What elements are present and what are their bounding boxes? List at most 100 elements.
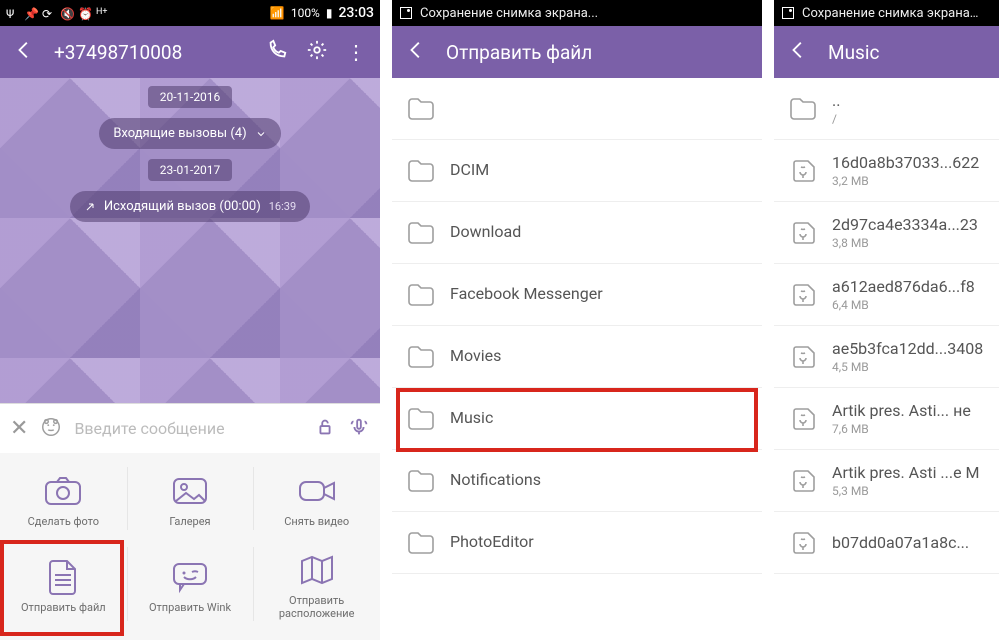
- message-input-bar: ✕ Введите сообщение: [0, 403, 380, 453]
- attachment-take-photo[interactable]: Сделать фото: [0, 459, 127, 538]
- chevron-down-icon: [255, 128, 267, 140]
- attachment-send-file[interactable]: Отправить файл: [0, 538, 127, 630]
- sticker-button[interactable]: [40, 416, 62, 442]
- folder-icon: [406, 158, 436, 184]
- page-title: Music: [828, 41, 985, 64]
- music-header: Music: [774, 26, 999, 78]
- folder-icon: [406, 530, 436, 556]
- arrow-out-icon: [84, 201, 96, 213]
- folder-icon: [406, 282, 436, 308]
- file-name: 2d97ca4e3334a...23: [832, 215, 985, 234]
- video-icon: [297, 473, 337, 509]
- image-icon: [400, 7, 412, 19]
- folder-row[interactable]: PhotoEditor: [392, 512, 762, 574]
- panel-file-picker: Сохранение снимка экрана... Отправить фа…: [392, 0, 762, 640]
- audio-file-icon: [788, 468, 818, 494]
- audio-file-row[interactable]: ae5b3fca12dd...3408 4,5 MB: [774, 326, 999, 388]
- attachment-record-video[interactable]: Снять видео: [253, 459, 380, 538]
- date-divider: 20-11-2016: [148, 86, 233, 108]
- lock-icon[interactable]: [314, 416, 336, 442]
- overflow-menu-button[interactable]: ⋮: [346, 40, 366, 64]
- parent-folder-row[interactable]: ../: [774, 78, 999, 140]
- audio-file-row[interactable]: 2d97ca4e3334a...23 3,8 MB: [774, 202, 999, 264]
- outgoing-call-chip[interactable]: Исходящий вызов (00:00) 16:39: [70, 191, 310, 222]
- folder-row[interactable]: Facebook Messenger: [392, 264, 762, 326]
- folder-name: PhotoEditor: [450, 532, 748, 551]
- folder-icon: [406, 220, 436, 246]
- folder-name: Facebook Messenger: [450, 284, 748, 303]
- audio-file-row[interactable]: a612aed876da6...f86,4 MB: [774, 264, 999, 326]
- file-name: ae5b3fca12dd...3408: [832, 339, 985, 358]
- file-name: 16d0a8b37033...622: [832, 153, 985, 172]
- folder-row[interactable]: [392, 78, 762, 140]
- folder-icon: [788, 96, 818, 122]
- chat-body: 20-11-2016 Входящие вызовы (4) 23-01-201…: [0, 78, 380, 403]
- back-button[interactable]: [14, 39, 36, 66]
- file-size: 3,2 MB: [832, 174, 985, 188]
- attachment-send-wink[interactable]: Отправить Wink: [127, 538, 254, 630]
- audio-file-icon: [788, 220, 818, 246]
- clock: 23:03: [338, 5, 374, 21]
- folder-row[interactable]: Download: [392, 202, 762, 264]
- folder-name: DCIM: [450, 160, 748, 179]
- screenshot-saving-bar: Сохранение снимка экрана…: [774, 0, 999, 26]
- file-size: 4,5 MB: [832, 360, 985, 374]
- folder-icon: [406, 96, 436, 122]
- file-picker-header: Отправить файл: [392, 26, 762, 78]
- audio-file-icon: [788, 158, 818, 184]
- attachment-grid: Сделать фото Галерея Снять видео Отправи…: [0, 453, 380, 640]
- call-button[interactable]: [266, 39, 288, 66]
- audio-file-icon: [788, 344, 818, 370]
- chat-header: +37498710008 ⋮: [0, 26, 380, 78]
- wink-icon: [170, 559, 210, 595]
- folder-name: Download: [450, 222, 748, 241]
- folder-row[interactable]: Music: [392, 388, 762, 450]
- camera-icon: [43, 473, 83, 509]
- file-name: b07dd0a07a1a8c...: [832, 533, 985, 552]
- audio-file-row[interactable]: Artik pres. Asti... не 7,6 MB: [774, 388, 999, 450]
- back-button[interactable]: [406, 39, 428, 66]
- folder-name: Music: [450, 408, 748, 427]
- pin-icon: 📌: [24, 7, 36, 19]
- screenshot-saving-bar: Сохранение снимка экрана...: [392, 0, 762, 26]
- file-size: 6,4 MB: [832, 298, 985, 312]
- settings-button[interactable]: [306, 39, 328, 66]
- back-button[interactable]: [788, 39, 810, 66]
- folder-name: Notifications: [450, 470, 748, 489]
- attachment-gallery[interactable]: Галерея: [127, 459, 254, 538]
- map-icon: [297, 552, 337, 588]
- folder-row[interactable]: DCIM: [392, 140, 762, 202]
- audio-file-row[interactable]: b07dd0a07a1a8c...: [774, 512, 999, 574]
- network-type: H+: [96, 7, 108, 19]
- battery-pct: 100%: [291, 6, 320, 20]
- refresh-icon: ⟳: [42, 7, 54, 19]
- audio-file-icon: [788, 282, 818, 308]
- panel-music-folder: Сохранение снимка экрана… Music ../16d0a…: [774, 0, 999, 640]
- folder-row[interactable]: Notifications: [392, 450, 762, 512]
- document-icon: [43, 559, 83, 595]
- audio-file-row[interactable]: 16d0a8b37033...622 3,2 MB: [774, 140, 999, 202]
- audio-file-icon: [788, 406, 818, 432]
- folder-list[interactable]: DCIM Download Facebook Messenger Movies Musi…: [392, 78, 762, 640]
- music-file-list[interactable]: ../ 16d0a8b37033...622 3,2 MB 2d97ca4e3334a…: [774, 78, 999, 640]
- incoming-calls-chip[interactable]: Входящие вызовы (4): [99, 118, 280, 149]
- folder-name: Movies: [450, 346, 748, 365]
- attachment-send-location[interactable]: Отправить расположение: [253, 538, 380, 630]
- contact-number: +37498710008: [54, 41, 248, 64]
- folder-icon: [406, 468, 436, 494]
- mic-button[interactable]: [348, 416, 370, 442]
- file-size: 3,8 MB: [832, 236, 985, 250]
- mute-icon: 🔇: [60, 7, 72, 19]
- folder-icon: [406, 406, 436, 432]
- file-name: Artik pres. Asti... не: [832, 401, 985, 420]
- battery-icon: ▮: [326, 6, 333, 20]
- date-divider: 23-01-2017: [148, 159, 233, 181]
- message-input[interactable]: Введите сообщение: [74, 419, 302, 438]
- file-size: 7,6 MB: [832, 422, 985, 436]
- close-attachments-button[interactable]: ✕: [10, 416, 28, 441]
- usb-icon: Ψ: [6, 7, 18, 19]
- folder-row[interactable]: Movies: [392, 326, 762, 388]
- gallery-icon: [170, 473, 210, 509]
- audio-file-row[interactable]: Artik pres. Asti ...e M5,3 MB: [774, 450, 999, 512]
- audio-file-icon: [788, 530, 818, 556]
